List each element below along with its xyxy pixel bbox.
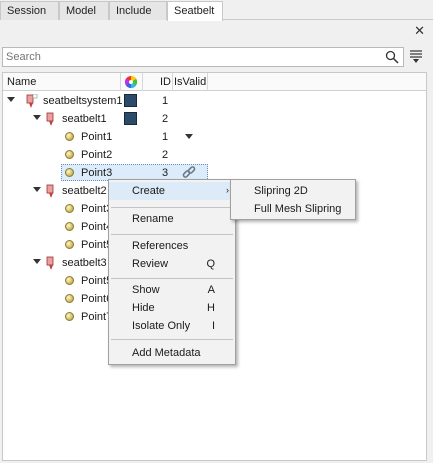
menu-item-show[interactable]: Show A	[109, 281, 235, 299]
point-icon	[65, 168, 74, 177]
point-icon	[65, 204, 74, 213]
expand-arrow-icon[interactable]	[33, 187, 41, 192]
point-icon	[65, 312, 74, 321]
tree-id: 3	[162, 167, 169, 179]
menu-item-label: Review	[132, 258, 169, 270]
close-icon[interactable]: ✕	[414, 23, 425, 39]
expand-arrow-icon[interactable]	[7, 97, 15, 102]
menu-item-hide[interactable]: Hide H	[109, 299, 235, 317]
menu-item-rename[interactable]: Rename	[109, 210, 235, 228]
seatbelt-system-icon	[26, 94, 38, 108]
tree-id: 1	[162, 131, 169, 143]
tree-label: Point2	[81, 149, 113, 161]
search-input[interactable]	[3, 48, 373, 66]
search-box	[2, 47, 404, 67]
tree-label: seatbeltsystem1	[43, 95, 123, 107]
dropdown-arrow-icon[interactable]	[185, 134, 193, 139]
menu-item-create[interactable]: Create ›	[109, 182, 235, 200]
menu-item-label: Full Mesh Slipring	[254, 203, 342, 215]
tab-label: Include	[116, 5, 152, 17]
tree-row-point1[interactable]: Point1 1	[3, 128, 426, 146]
menu-item-label: Show	[132, 284, 160, 296]
tab-model[interactable]: Model	[59, 1, 109, 20]
tab-label: Seatbelt	[174, 5, 215, 17]
expand-arrow-icon[interactable]	[33, 259, 41, 264]
filter-icon[interactable]	[408, 48, 424, 64]
point-icon	[65, 294, 74, 303]
tree-id: 1	[162, 95, 169, 107]
point-icon	[65, 150, 74, 159]
tab-label: Session	[7, 5, 47, 17]
tree-id: 2	[162, 149, 169, 161]
tab-label: Model	[66, 5, 96, 17]
menu-item-references[interactable]: References	[109, 237, 235, 255]
submenu-item-slipring-2d[interactable]: Slipring 2D	[231, 182, 355, 200]
tree-label: seatbelt1	[62, 113, 107, 125]
search-icon[interactable]	[385, 50, 399, 64]
menu-shortcut: Q	[206, 258, 215, 270]
menu-item-review[interactable]: Review Q	[109, 255, 235, 273]
tab-session[interactable]: Session	[0, 1, 59, 20]
menu-item-label: Rename	[132, 213, 174, 225]
menu-item-isolate-only[interactable]: Isolate Only I	[109, 317, 235, 335]
tab-seatbelt[interactable]: Seatbelt	[167, 1, 223, 21]
menu-item-label: Slipring 2D	[254, 185, 308, 197]
menu-item-label: Add Metadata	[132, 347, 201, 359]
point-icon	[65, 132, 74, 141]
column-name[interactable]: Name	[7, 76, 36, 88]
tree-label: seatbelt2	[62, 185, 107, 197]
column-header: Name ID IsValid	[3, 73, 426, 91]
point-icon	[65, 276, 74, 285]
menu-item-label: Hide	[132, 302, 155, 314]
seatbelt-icon	[46, 256, 54, 270]
context-menu: Create › Rename References Review Q Show…	[108, 179, 236, 365]
column-id[interactable]: ID	[160, 76, 171, 88]
tree-label: Point3	[81, 167, 113, 179]
expand-arrow-icon[interactable]	[33, 115, 41, 120]
point-icon	[65, 222, 74, 231]
submenu-arrow-icon: ›	[226, 185, 229, 195]
create-submenu: Slipring 2D Full Mesh Slipring	[230, 179, 356, 220]
color-swatch[interactable]	[124, 94, 137, 107]
point-icon	[65, 240, 74, 249]
color-wheel-icon[interactable]	[124, 75, 138, 89]
tree-row-seatbeltsystem1[interactable]: seatbeltsystem1 1	[3, 92, 426, 110]
tree-id: 2	[162, 113, 169, 125]
tab-include[interactable]: Include	[109, 1, 167, 20]
tree-label: Point1	[81, 131, 113, 143]
menu-item-label: Isolate Only	[132, 320, 191, 332]
tree-label: seatbelt3	[62, 257, 107, 269]
tree-row-seatbelt1[interactable]: seatbelt1 2	[3, 110, 426, 128]
menu-item-label: References	[132, 240, 189, 252]
menu-shortcut: H	[207, 302, 215, 314]
submenu-item-full-mesh-slipring[interactable]: Full Mesh Slipring	[231, 200, 355, 218]
column-isvalid[interactable]: IsValid	[174, 76, 206, 88]
menu-item-add-metadata[interactable]: Add Metadata	[109, 344, 235, 362]
tree-row-point2[interactable]: Point2 2	[3, 146, 426, 164]
menu-item-label: Create	[132, 185, 166, 197]
color-swatch[interactable]	[124, 112, 137, 125]
seatbelt-icon	[46, 112, 54, 126]
tab-bar: Session Model Include Seatbelt	[0, 0, 433, 21]
menu-shortcut: I	[211, 320, 215, 332]
menu-shortcut: A	[207, 284, 215, 296]
seatbelt-icon	[46, 184, 54, 198]
